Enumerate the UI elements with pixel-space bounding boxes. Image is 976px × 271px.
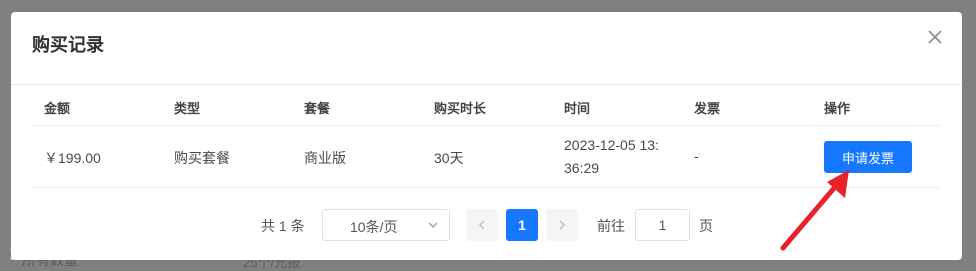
- page-number-current[interactable]: 1: [506, 209, 538, 241]
- column-header-action: 操作: [824, 101, 851, 116]
- cell-plan: 商业版: [304, 150, 346, 166]
- goto-page-input[interactable]: [635, 209, 690, 241]
- column-header-type: 类型: [174, 101, 201, 116]
- close-icon[interactable]: [926, 28, 944, 46]
- cell-invoice: -: [694, 148, 699, 164]
- page-size-value: 10条/页: [350, 219, 398, 235]
- column-header-invoice: 发票: [694, 101, 721, 116]
- chevron-down-icon: [428, 222, 438, 228]
- cell-amount: ￥199.00: [44, 150, 101, 166]
- prev-page-button[interactable]: [466, 209, 498, 241]
- cell-type: 购买套餐: [174, 150, 230, 166]
- annotation-arrow-icon: [780, 170, 849, 251]
- dialog-title: 购买记录: [32, 35, 104, 55]
- column-header-plan: 套餐: [304, 101, 331, 116]
- page-size-select[interactable]: 10条/页: [322, 209, 450, 241]
- chevron-right-icon: [559, 220, 565, 230]
- column-header-amount: 金额: [44, 101, 71, 116]
- cell-time-date: 2023-12-05 13:: [564, 137, 659, 153]
- goto-unit: 页: [699, 218, 713, 234]
- pagination-total: 共 1 条: [261, 218, 305, 234]
- column-header-time: 时间: [564, 101, 591, 116]
- cell-duration: 30天: [434, 150, 464, 166]
- column-header-duration: 购买时长: [434, 101, 487, 116]
- goto-label: 前往: [597, 218, 625, 234]
- chevron-left-icon: [479, 220, 485, 230]
- table-header: 金额 类型 套餐 购买时长 时间 发票 操作: [32, 86, 941, 126]
- watermark-logo: 大数跨境: [10, 243, 78, 262]
- cell-time-clock: 36:29: [564, 160, 600, 176]
- next-page-button[interactable]: [546, 209, 578, 241]
- dialog-header: 购买记录: [11, 12, 962, 85]
